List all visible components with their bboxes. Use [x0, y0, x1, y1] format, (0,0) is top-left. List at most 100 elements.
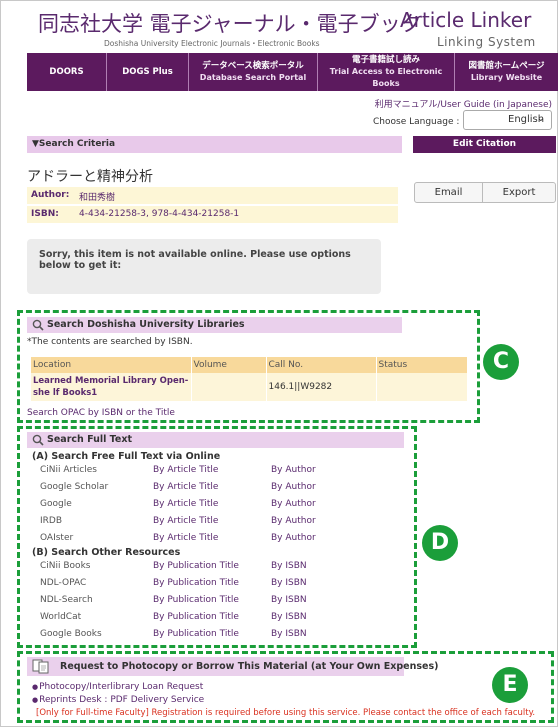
- by-author-link[interactable]: By Author: [271, 533, 316, 543]
- by-title-link[interactable]: By Article Title: [153, 482, 218, 492]
- nav-database-portal[interactable]: データベース検索ポータル Database Search Portal: [189, 53, 318, 91]
- full-text-heading: Search Full Text: [27, 432, 404, 448]
- author-row: Author: 和田秀樹: [27, 187, 398, 204]
- source-name: Google Books: [40, 629, 102, 639]
- link-text: Photocopy/Interlibrary Loan Request: [39, 682, 204, 692]
- holdings-table: Location Volume Call No. Status Learned …: [31, 357, 468, 401]
- table-header-row: Location Volume Call No. Status: [31, 357, 468, 373]
- by-author-link[interactable]: By Author: [271, 465, 316, 475]
- subhead-other: (B) Search Other Resources: [32, 547, 181, 558]
- list-item: Google By Article Title By Author: [40, 499, 380, 511]
- heading-text: Request to Photocopy or Borrow This Mate…: [60, 661, 439, 672]
- list-item: NDL-Search By Publication Title By ISBN: [40, 595, 380, 607]
- source-name: NDL-OPAC: [40, 578, 87, 588]
- author-value: 和田秀樹: [79, 193, 116, 203]
- list-item: IRDB By Article Title By Author: [40, 516, 380, 528]
- by-publication-title-link[interactable]: By Publication Title: [153, 629, 239, 639]
- subhead-online: (A) Search Free Full Text via Online: [32, 451, 221, 462]
- search-criteria-toggle[interactable]: ▼Search Criteria: [27, 136, 402, 153]
- source-name: CiNii Books: [40, 561, 91, 571]
- source-name: Google Scholar: [40, 482, 109, 492]
- by-publication-title-link[interactable]: By Publication Title: [153, 578, 239, 588]
- isbn-label: ISBN:: [31, 209, 59, 219]
- by-isbn-link[interactable]: By ISBN: [271, 595, 307, 605]
- nav-dogs-plus[interactable]: DOGS Plus: [107, 53, 189, 91]
- heading-text: Search Full Text: [47, 434, 133, 445]
- by-author-link[interactable]: By Author: [271, 516, 316, 526]
- status-cell: [376, 373, 468, 401]
- author-label: Author:: [31, 190, 70, 200]
- col-location: Location: [31, 357, 192, 373]
- isbn-search-note: *The contents are searched by ISBN.: [27, 337, 193, 347]
- language-label: Choose Language :: [373, 117, 460, 127]
- reprints-desk-link[interactable]: ●Reprints Desk : PDF Delivery Service: [32, 695, 204, 705]
- by-author-link[interactable]: By Author: [271, 482, 316, 492]
- table-row: Learned Memorial Library Open-she lf Boo…: [31, 373, 468, 401]
- site-subtitle-jp: Doshisha University Electronic Journals・…: [104, 39, 320, 48]
- email-button[interactable]: Email: [414, 182, 483, 203]
- list-item: WorldCat By Publication Title By ISBN: [40, 612, 380, 624]
- nav-trial-ebooks[interactable]: 電子書籍試し読み Trial Access to Electronic Book…: [318, 53, 455, 91]
- by-title-link[interactable]: By Article Title: [153, 499, 218, 509]
- request-heading: Request to Photocopy or Borrow This Mate…: [27, 657, 438, 676]
- source-name: NDL-Search: [40, 595, 93, 605]
- document-copy-icon: [32, 659, 49, 674]
- search-icon: [32, 319, 44, 331]
- site-title-jp: 同志社大学 電子ジャーナル・電子ブック: [38, 12, 422, 36]
- nav-doors[interactable]: DOORS: [27, 53, 107, 91]
- nav-sublabel: Library Website: [470, 73, 543, 82]
- list-item: CiNii Articles By Article Title By Autho…: [40, 465, 380, 477]
- by-publication-title-link[interactable]: By Publication Title: [153, 595, 239, 605]
- site-subtitle-en: Linking System: [437, 35, 536, 49]
- nav-label: DOORS: [49, 67, 84, 77]
- by-title-link[interactable]: By Article Title: [153, 516, 218, 526]
- bullet-icon: ●: [32, 683, 39, 691]
- nav-library-website[interactable]: 図書館ホームページ Library Website: [455, 53, 558, 91]
- nav-sublabel: Database Search Portal: [199, 73, 307, 82]
- main-nav: DOORS DOGS Plus データベース検索ポータル Database Se…: [27, 53, 558, 91]
- by-publication-title-link[interactable]: By Publication Title: [153, 612, 239, 622]
- col-status: Status: [376, 357, 468, 373]
- by-isbn-link[interactable]: By ISBN: [271, 561, 307, 571]
- by-isbn-link[interactable]: By ISBN: [271, 578, 307, 588]
- isbn-row: ISBN: 4-434-21258-3, 978-4-434-21258-1: [27, 206, 398, 223]
- isbn-value: 4-434-21258-3, 978-4-434-21258-1: [79, 209, 240, 219]
- photocopy-ill-link[interactable]: ●Photocopy/Interlibrary Loan Request: [32, 682, 203, 692]
- by-isbn-link[interactable]: By ISBN: [271, 612, 307, 622]
- nav-label: 電子書籍試し読み: [351, 55, 420, 65]
- language-select[interactable]: English ⌄: [463, 110, 552, 130]
- opac-search-link[interactable]: Search OPAC by ISBN or the Title: [27, 408, 175, 418]
- location-link[interactable]: Learned Memorial Library Open-she lf Boo…: [31, 373, 192, 401]
- search-icon: [32, 434, 44, 446]
- export-button[interactable]: Export: [482, 182, 556, 203]
- nav-label: DOGS Plus: [122, 67, 173, 77]
- nav-label: データベース検索ポータル: [202, 61, 304, 71]
- by-title-link[interactable]: By Article Title: [153, 465, 218, 475]
- site-title-en: Article Linker: [400, 8, 532, 32]
- nav-label: 図書館ホームページ: [468, 61, 545, 71]
- list-item: NDL-OPAC By Publication Title By ISBN: [40, 578, 380, 590]
- link-text: Reprints Desk : PDF Delivery Service: [39, 695, 205, 705]
- source-name: Google: [40, 499, 72, 509]
- by-publication-title-link[interactable]: By Publication Title: [153, 561, 239, 571]
- by-author-link[interactable]: By Author: [271, 499, 316, 509]
- not-available-notice: Sorry, this item is not available online…: [27, 239, 381, 294]
- by-isbn-link[interactable]: By ISBN: [271, 629, 307, 639]
- list-item: Google Books By Publication Title By ISB…: [40, 629, 380, 641]
- nav-sublabel: Trial Access to Electronic Books: [329, 67, 443, 88]
- heading-text: Search Doshisha University Libraries: [47, 319, 245, 330]
- chevron-down-icon: ⌄: [536, 113, 545, 124]
- item-title: アドラーと精神分析: [27, 169, 153, 185]
- badge-c: C: [483, 344, 519, 380]
- site-header: 同志社大学 電子ジャーナル・電子ブック Article Linker Doshi…: [0, 0, 558, 52]
- bullet-icon: ●: [32, 696, 39, 704]
- col-call-no: Call No.: [266, 357, 377, 373]
- user-guide-link[interactable]: 利用マニュアル/User Guide (in Japanese): [375, 97, 552, 110]
- by-title-link[interactable]: By Article Title: [153, 533, 218, 543]
- faculty-only-note: [Only for Full-time Faculty] Registratio…: [36, 708, 536, 718]
- list-item: CiNii Books By Publication Title By ISBN: [40, 561, 380, 573]
- edit-citation-button[interactable]: Edit Citation: [413, 136, 556, 153]
- volume-cell: [191, 373, 267, 401]
- list-item: Google Scholar By Article Title By Autho…: [40, 482, 380, 494]
- source-name: OAIster: [40, 533, 74, 543]
